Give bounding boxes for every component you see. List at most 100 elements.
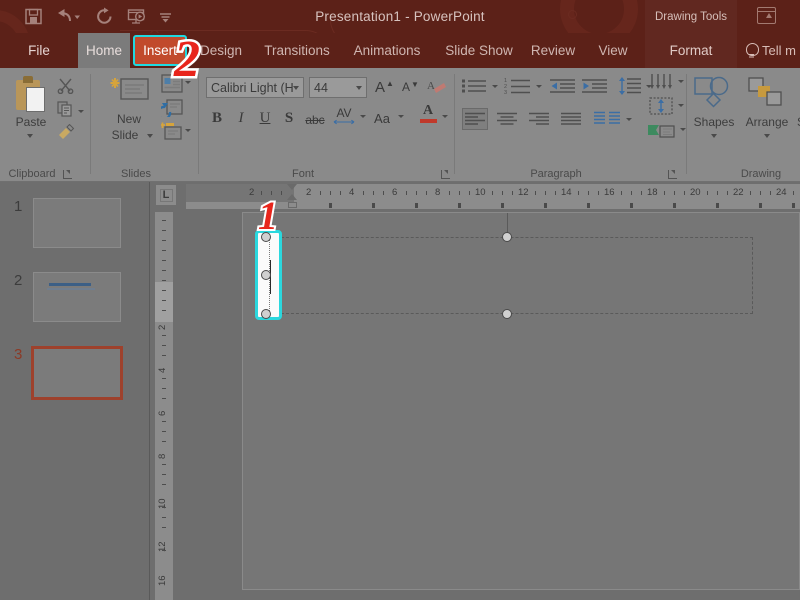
slide-thumbnail-panel[interactable]: 1 2 3 (0, 182, 150, 600)
grow-font-button[interactable]: A ▲ (373, 76, 395, 98)
shadow-label: S (285, 110, 293, 127)
tell-me-box[interactable]: Tell m (746, 33, 800, 68)
font-family-combo[interactable]: Calibri Light (H (206, 77, 304, 98)
tab-view[interactable]: View (589, 33, 637, 68)
clipboard-dialog-launcher[interactable] (63, 170, 72, 179)
align-left-icon[interactable] (462, 108, 488, 130)
selection-handle-bottom[interactable] (261, 309, 271, 319)
slide-surface[interactable] (242, 212, 800, 590)
bold-button[interactable]: B (207, 107, 227, 129)
callout-marker-2: 2 (174, 34, 200, 86)
callout-marker-1: 1 (258, 196, 278, 236)
ribbon-display-options-icon[interactable] (757, 7, 776, 24)
numbering-icon[interactable]: 1 2 3 (504, 77, 532, 95)
horizontal-ruler[interactable]: 2 2 4 6 8 10 12 14 16 18 20 22 24 (186, 184, 800, 202)
italic-button[interactable]: I (231, 107, 251, 129)
font-color-button[interactable]: A (417, 102, 439, 124)
vertical-ruler-tail[interactable]: 16 (155, 560, 173, 600)
line-spacing-icon[interactable] (618, 77, 642, 95)
tab-home[interactable]: Home (78, 33, 130, 68)
copy-icon[interactable] (57, 101, 74, 117)
tab-review[interactable]: Review (525, 33, 581, 68)
new-slide-dropdown-caret-icon[interactable] (147, 134, 153, 138)
paragraph-dialog-launcher[interactable] (668, 170, 677, 179)
content-placeholder[interactable] (261, 237, 753, 314)
paste-label[interactable]: Paste (6, 116, 56, 129)
new-slide-label-line1[interactable]: New (103, 113, 155, 126)
convert-to-smartart-icon[interactable] (648, 121, 676, 141)
columns-caret-icon[interactable] (626, 118, 632, 121)
justify-icon[interactable] (558, 108, 584, 130)
shrink-font-button[interactable]: A ▼ (399, 76, 421, 98)
increase-indent-icon[interactable] (582, 78, 608, 94)
change-case-button[interactable]: Aa (369, 107, 395, 129)
tab-slide-show[interactable]: Slide Show (437, 33, 521, 68)
new-slide-label-line2[interactable]: Slide (99, 129, 151, 142)
slide-thumbnail-1[interactable] (33, 198, 121, 248)
shapes-dropdown-caret-icon[interactable] (711, 134, 717, 138)
section-icon[interactable] (161, 122, 183, 141)
hanging-indent-marker[interactable] (287, 194, 297, 200)
left-indent-marker[interactable] (288, 202, 297, 208)
tab-format[interactable]: Format (645, 33, 737, 68)
vertical-ruler[interactable]: 2 4 6 8 10 12 14 (155, 212, 173, 600)
font-family-caret-icon[interactable] (293, 86, 299, 90)
tab-selector[interactable]: L (156, 185, 176, 205)
text-direction-caret-icon[interactable] (678, 80, 684, 83)
underline-button[interactable]: U (255, 107, 275, 129)
selection-handle-middle[interactable] (261, 270, 271, 280)
paste-icon[interactable] (14, 76, 48, 114)
content-handle-top[interactable] (502, 232, 512, 242)
tab-animations[interactable]: Animations (343, 33, 431, 68)
svg-text:3: 3 (504, 90, 507, 95)
text-direction-icon[interactable] (648, 74, 674, 90)
slide-canvas-area[interactable] (173, 212, 800, 600)
character-spacing-button[interactable]: AV (331, 104, 357, 126)
reset-slide-icon[interactable] (161, 98, 183, 117)
character-spacing-caret-icon[interactable] (360, 115, 366, 118)
tab-design[interactable]: Design (193, 33, 249, 68)
font-size-caret-icon[interactable] (356, 86, 362, 90)
arrange-label[interactable]: Arrange (736, 116, 798, 129)
align-text-caret-icon[interactable] (678, 104, 684, 107)
first-line-indent-marker[interactable] (287, 184, 297, 190)
shapes-label[interactable]: Shapes (684, 116, 744, 129)
contextual-tab-group-label: Drawing Tools (645, 0, 737, 33)
hruler-number: 20 (690, 187, 701, 198)
horizontal-ruler-tabstops[interactable] (186, 202, 800, 209)
font-color-caret-icon[interactable] (442, 115, 448, 118)
decrease-indent-icon[interactable] (550, 78, 576, 94)
callout-1-label: 1 (258, 193, 278, 238)
strikethrough-button[interactable]: abc (302, 109, 328, 131)
numbering-caret-icon[interactable] (536, 85, 542, 88)
align-text-icon[interactable] (648, 96, 674, 116)
change-case-caret-icon[interactable] (398, 115, 404, 118)
content-handle-bottom[interactable] (502, 309, 512, 319)
align-center-icon[interactable] (494, 108, 520, 130)
new-slide-icon[interactable] (110, 76, 150, 110)
slide-thumbnail-3[interactable] (31, 346, 123, 400)
paste-dropdown-caret-icon[interactable] (27, 134, 33, 138)
text-shadow-button[interactable]: S (279, 107, 299, 129)
copy-dropdown-caret-icon[interactable] (78, 110, 84, 113)
scissors-icon[interactable] (57, 77, 74, 94)
align-right-icon[interactable] (526, 108, 552, 130)
clear-formatting-icon[interactable]: A (427, 78, 447, 98)
svg-text:A: A (427, 80, 435, 92)
paragraph-group-label: Paragraph (442, 168, 670, 180)
arrange-icon[interactable] (748, 76, 784, 110)
title-bar: Presentation1 - PowerPoint Drawing Tools (0, 0, 800, 33)
section-dropdown-caret-icon[interactable] (185, 129, 191, 132)
format-painter-icon[interactable] (57, 124, 75, 140)
shapes-icon[interactable] (694, 76, 734, 110)
tab-file[interactable]: File (18, 33, 60, 68)
font-size-combo[interactable]: 44 (309, 77, 367, 98)
font-family-value: Calibri Light (H (211, 81, 294, 95)
bullets-icon[interactable] (462, 78, 488, 94)
slide-thumbnail-2[interactable] (33, 272, 121, 322)
quick-styles-label[interactable]: S (794, 116, 800, 129)
tab-transitions[interactable]: Transitions (255, 33, 339, 68)
bullets-caret-icon[interactable] (492, 85, 498, 88)
columns-icon[interactable] (594, 111, 620, 127)
arrange-dropdown-caret-icon[interactable] (764, 134, 770, 138)
